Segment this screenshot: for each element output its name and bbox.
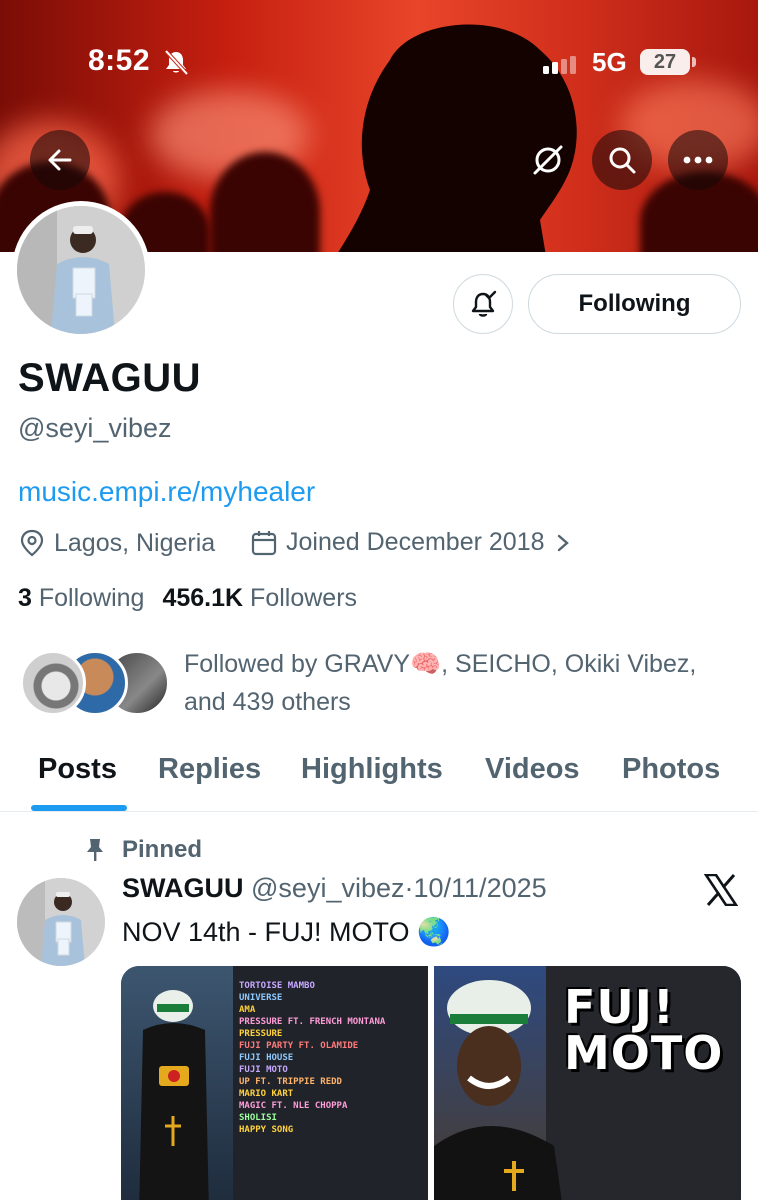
post-author-avatar[interactable] <box>17 878 105 966</box>
chevron-right-icon <box>557 534 569 551</box>
pinned-label: Pinned <box>122 836 203 863</box>
followers-count: 456.1K <box>162 584 244 612</box>
avatar-image <box>17 878 105 966</box>
bell-muted-icon <box>162 48 190 81</box>
more-dots-icon <box>683 156 713 164</box>
track-item: HAPPY SONG <box>239 1125 294 1135</box>
post-header: SWAGUU @seyi_vibez·10/11/2025 <box>122 873 547 904</box>
track-item: MAGIC FT. NLE CHOPPA <box>239 1101 348 1111</box>
tracklist-panel: TORTOISE MAMBO UNIVERSE AMA PRESSURE FT.… <box>233 966 428 1200</box>
track-item: UNIVERSE <box>239 993 283 1003</box>
search-button[interactable] <box>592 130 652 190</box>
pinned-indicator: Pinned <box>82 836 202 864</box>
network-label: 5G <box>592 47 627 77</box>
track-item: UP FT. TRIPPIE REDD <box>239 1077 342 1087</box>
tab-highlights[interactable]: Highlights <box>301 753 443 786</box>
location: Lagos, Nigeria <box>18 528 215 558</box>
post-separator: · <box>404 873 414 903</box>
following-stat[interactable]: 3 Following <box>18 584 144 613</box>
mutual-followers-avatars[interactable] <box>20 650 170 716</box>
tab-videos[interactable]: Videos <box>485 753 580 786</box>
profile-tabs: Posts Replies Highlights Videos Photos <box>0 748 758 812</box>
following-count: 3 <box>18 584 32 612</box>
profile-handle: @seyi_vibez <box>18 413 172 443</box>
profile-link[interactable]: music.empi.re/myhealer <box>18 476 315 508</box>
display-name: SWAGUU <box>18 356 201 400</box>
joined-text: Joined December 2018 <box>286 528 545 556</box>
back-button[interactable] <box>30 130 90 190</box>
track-item: TORTOISE MAMBO <box>239 981 315 991</box>
slash-circle-icon[interactable] <box>530 142 566 178</box>
location-pin-icon <box>20 529 44 557</box>
post-image-tracklist[interactable]: TORTOISE MAMBO UNIVERSE AMA PRESSURE FT.… <box>121 966 428 1200</box>
avatar <box>20 650 86 716</box>
post-date[interactable]: 10/11/2025 <box>414 873 547 903</box>
location-text: Lagos, Nigeria <box>54 528 216 557</box>
joined-date[interactable]: Joined December 2018 <box>250 528 573 557</box>
avatar-image <box>17 206 145 334</box>
track-item: FUJI PARTY FT. OLAMIDE <box>239 1041 359 1051</box>
bell-check-icon <box>471 290 497 317</box>
track-item: PRESSURE FT. FRENCH MONTANA <box>239 1017 386 1027</box>
back-arrow-icon <box>48 149 72 171</box>
track-item: MARIO KART <box>239 1089 294 1099</box>
banner-silhouette <box>338 24 577 252</box>
cover-title: FUJ! MOTO <box>564 980 724 1080</box>
track-item: FUJI MOTO <box>239 1065 288 1075</box>
following-label: Following <box>38 584 145 612</box>
track-item: FUJI HOUSE <box>239 1053 294 1063</box>
tab-replies[interactable]: Replies <box>158 753 261 786</box>
x-logo-icon[interactable] <box>703 873 739 911</box>
post-text: NOV 14th - FUJ! MOTO 🌏 <box>122 917 451 947</box>
battery-tip <box>692 57 696 67</box>
post-author-name[interactable]: SWAGUU <box>122 873 244 903</box>
followers-label: Followers <box>250 584 358 612</box>
followers-stat[interactable]: 456.1K Followers <box>162 584 357 613</box>
signal-icon <box>543 56 583 79</box>
track-item: AMA <box>239 1005 256 1015</box>
search-icon <box>609 147 636 174</box>
battery-icon: 27 <box>640 49 690 75</box>
followed-by-text[interactable]: Followed by GRAVY🧠, SEICHO, Okiki Vibez,… <box>184 645 744 721</box>
post-media[interactable]: TORTOISE MAMBO UNIVERSE AMA PRESSURE FT.… <box>121 966 741 1200</box>
track-item: SHOLISI <box>239 1113 277 1123</box>
rider-figure <box>139 990 209 1200</box>
tab-posts[interactable]: Posts <box>38 753 117 786</box>
notifications-button[interactable] <box>453 274 513 334</box>
active-tab-indicator <box>31 805 127 811</box>
tab-photos[interactable]: Photos <box>622 753 720 786</box>
status-time: 8:52 <box>88 44 151 77</box>
calendar-icon <box>251 530 277 555</box>
pin-icon <box>87 839 103 861</box>
track-item: PRESSURE <box>239 1029 283 1039</box>
profile-stats: 3 Following 456.1K Followers <box>18 584 357 613</box>
following-button[interactable]: Following <box>528 274 741 334</box>
post-image-cover[interactable]: FUJ! MOTO <box>434 966 741 1200</box>
more-button[interactable] <box>668 130 728 190</box>
profile-avatar[interactable] <box>12 201 150 339</box>
post-author-handle[interactable]: @seyi_vibez <box>251 873 404 903</box>
